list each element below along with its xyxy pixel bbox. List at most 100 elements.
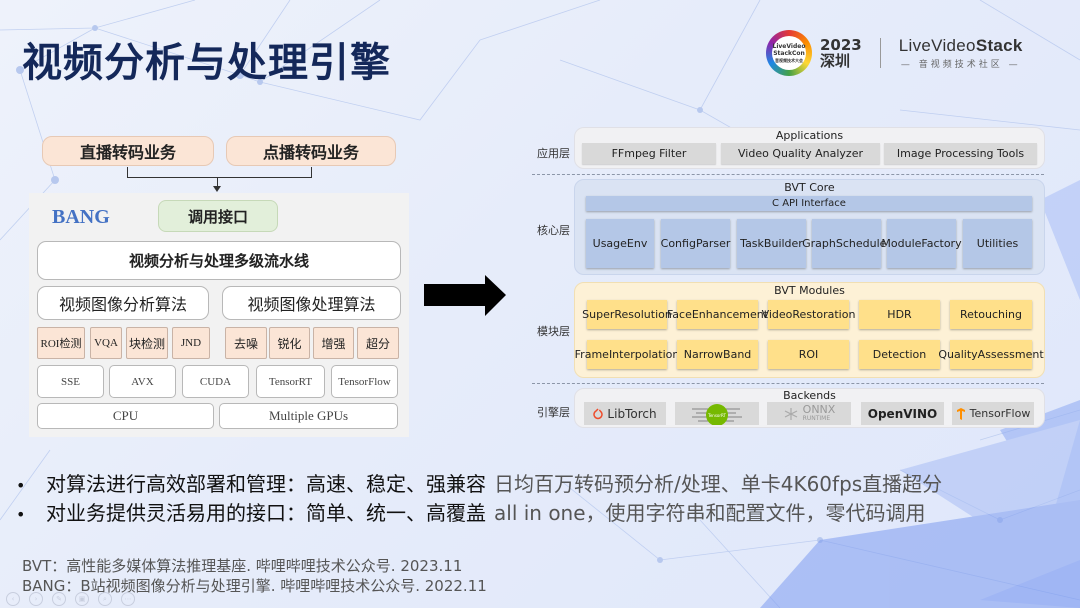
accel-avx: AVX [109,365,176,398]
core-module-factory: Module Factory [881,219,962,268]
cell-line-1: Graph [802,236,836,250]
accel-sse: SSE [37,365,104,398]
module-quality-assessment: Quality Assessment [938,340,1044,369]
cell-line-2: Band [723,347,752,361]
previous-slide-icon[interactable]: ‹ [6,592,20,606]
zoom-icon[interactable]: ⌕ [98,592,112,606]
cell-line-2: Assessment [977,347,1044,361]
logo-ring-text-1: LiveVideo [772,42,806,50]
algo-enhance: 增强 [313,327,354,359]
module-frame-interpolation: Frame Interpolation [575,340,679,369]
algo-sharpen: 锐化 [269,327,310,359]
pytorch-flame-icon [593,407,604,419]
cell-line-2: Restoration [792,307,856,321]
cell-line-1: Task [740,236,764,250]
bullet-note-text: all in one，使用字符串和配置文件，零代码调用 [494,501,926,525]
livevideostackcon-logo-icon: LiveVideo StackCon 音视频技术大会 [766,30,812,76]
cell-line-1: Module [881,236,922,250]
live-transcode-service-box: 直播转码业务 [42,136,214,166]
service-connector-line [127,167,312,178]
core-layer-label: 核心层 [537,224,570,237]
hw-cpu: CPU [37,403,214,429]
cell-line-2: Enhancement [691,307,769,321]
application-layer-label: 应用层 [537,147,570,160]
bvt-core-title: BVT Core [784,181,835,194]
hw-multiple-gpus: Multiple GPUs [219,403,398,429]
conference-logo: LiveVideo StackCon 音视频技术大会 2023 深圳 LiveV… [766,28,1046,78]
module-hdr: HDR [859,300,940,329]
right-arrow-icon [424,275,506,316]
backend-openvino: OpenVINO [861,402,944,425]
brand-prefix: Live [898,36,932,55]
pen-icon[interactable]: ✎ [52,592,66,606]
references: BVT：高性能多媒体算法推理基座. 哔哩哔哩技术公众号. 2023.11 BAN… [22,556,487,596]
bullet-dot: • [16,476,26,495]
core-task-builder: Task Builder [737,219,806,268]
cell-line-1: Narrow [683,347,724,361]
analysis-algorithms-box: 视频图像分析算法 [37,286,209,320]
cell-line-2: Interpolation [608,347,680,361]
module-layer-label: 模块层 [537,325,570,338]
logo-ring-text-3: 音视频技术大会 [775,57,803,63]
bullet-item-2: • 对业务提供灵活易用的接口：简单、统一、高覆盖 all in one，使用字符… [16,497,926,526]
cell-line-2: Resolution [614,307,672,321]
core-config-parser: Config Parser [661,219,730,268]
reference-bvt: BVT：高性能多媒体算法推理基座. 哔哩哔哩技术公众号. 2023.11 [22,557,463,575]
logo-divider [879,38,881,68]
cell-line-1: Usage [592,236,627,250]
logo-ring-text-2: StackCon [773,49,805,57]
more-options-icon[interactable]: ⋯ [121,592,135,606]
layer-divider-2 [532,383,1044,384]
cell-line-1: Config [660,236,696,250]
cell-line-1: Frame [574,347,609,361]
algo-block-detection: 块检测 [126,327,168,359]
module-face-enhancement: Face Enhancement [667,300,768,329]
module-roi: ROI [768,340,849,369]
bullet-main-text: 对业务提供灵活易用的接口：简单、统一、高覆盖 [46,501,486,525]
module-super-resolution: Super Resolution [582,300,672,329]
next-slide-icon[interactable]: › [29,592,43,606]
backend-libtorch: LibTorch [584,402,666,425]
applications-title: Applications [775,129,844,142]
backend-tensorrt: TensorRT [675,402,759,425]
cell-line-1: Video [761,307,793,321]
algo-vqa: VQA [90,327,122,359]
backend-name: TensorFlow [969,407,1031,420]
app-video-quality-analyzer: Video Quality Analyzer [721,143,880,164]
call-interface-box: 调用接口 [158,200,278,232]
tensorrt-logo-icon: TensorRT [692,403,742,425]
core-usage-env: Usage Env [586,219,654,268]
accel-tensorrt: TensorRT [256,365,325,398]
accel-tensorflow: TensorFlow [331,365,398,398]
cell-line-2: Builder [763,236,803,250]
down-arrow-icon [213,186,221,192]
tensorflow-logo-icon [956,407,965,420]
backend-name: ONNX [802,402,836,416]
core-utilities: Utilities [963,219,1032,268]
logo-year: 2023 [820,36,862,54]
layer-divider-1 [532,174,1044,175]
bullet-dot: • [16,505,26,524]
algo-denoise: 去噪 [225,327,267,359]
app-image-processing-tools: Image Processing Tools [884,143,1037,164]
bullet-item-1: • 对算法进行高效部署和管理：高速、稳定、强兼容 日均百万转码预分析/处理、单卡… [16,468,942,497]
backend-tensorflow: TensorFlow [952,402,1034,425]
brand-stack: Stack [975,36,1023,55]
brand-subtitle: — 音视频技术社区 — [900,60,1021,70]
brand-video: Video [931,36,976,55]
bullet-note-text: 日均百万转码预分析/处理、单卡4K60fps直播超分 [494,472,943,496]
bang-engine-label: BANG [52,206,110,228]
processing-algorithms-box: 视频图像处理算法 [222,286,401,320]
onnx-runtime-icon [784,407,797,420]
slides-grid-icon[interactable]: ▣ [75,592,89,606]
backend-subname: RUNTIME [802,414,831,422]
logo-city: 深圳 [820,52,851,70]
vod-transcode-service-box: 点播转码业务 [226,136,396,166]
accel-cuda: CUDA [182,365,249,398]
cell-line-2: Parser [695,236,731,250]
module-detection: Detection [859,340,940,369]
cell-line-1: Face [666,307,692,321]
backend-name: LibTorch [607,406,657,421]
algo-super-resolution: 超分 [357,327,399,359]
bvt-modules-title: BVT Modules [774,284,845,297]
